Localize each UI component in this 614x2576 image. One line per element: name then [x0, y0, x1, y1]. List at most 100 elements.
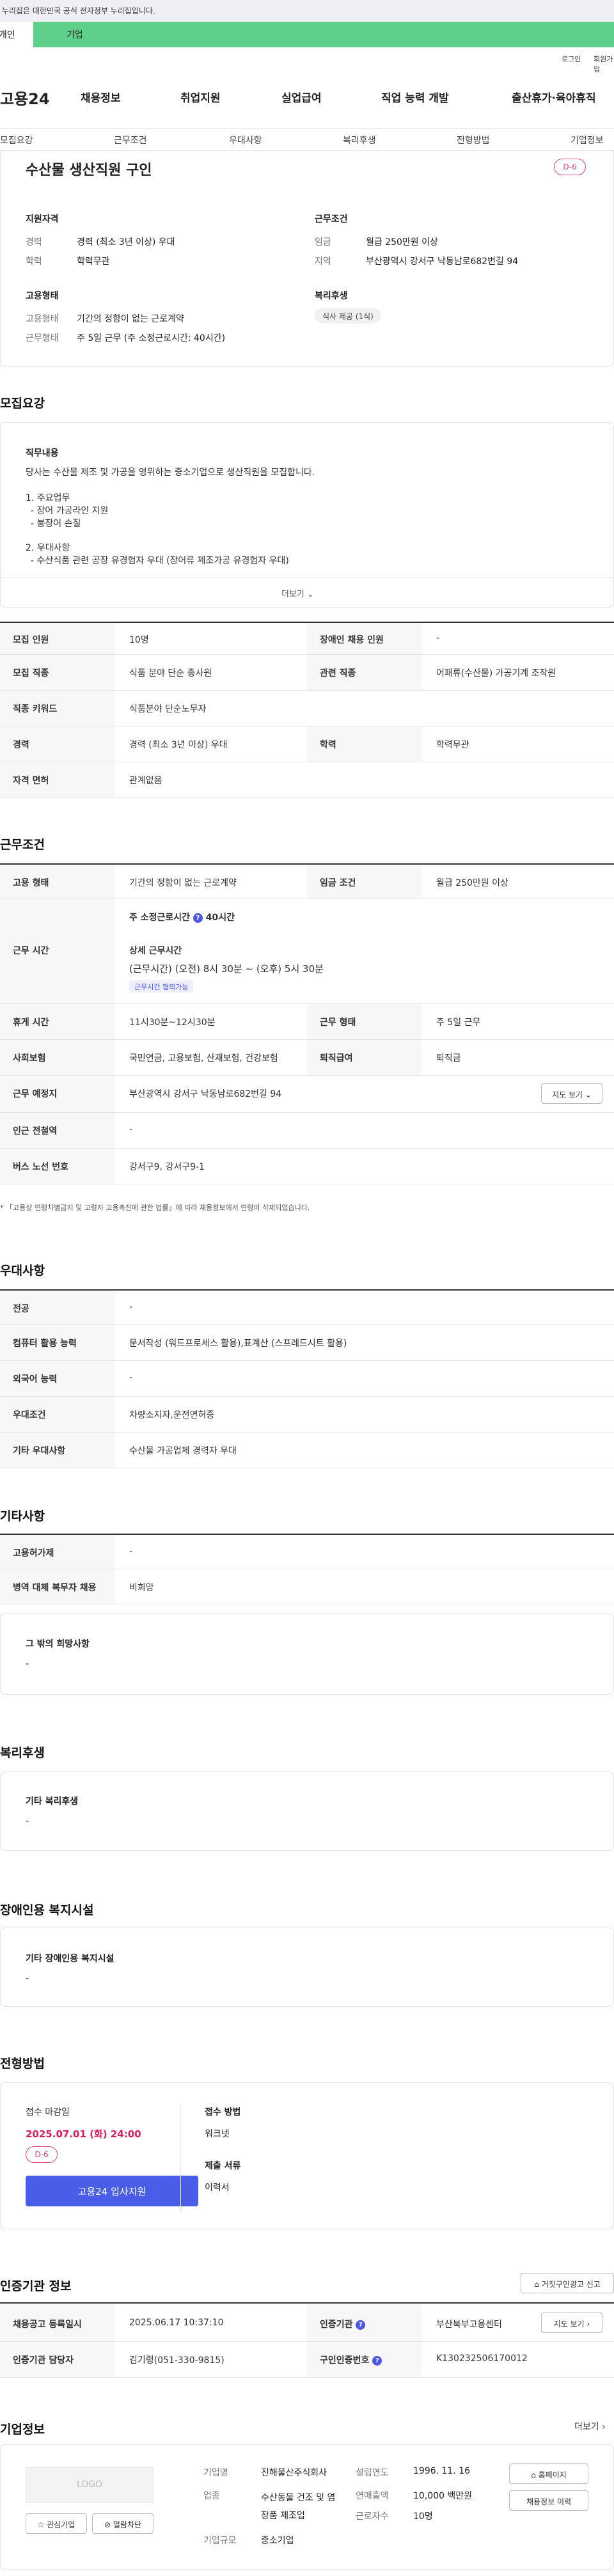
staff-value: 10명	[413, 2511, 433, 2522]
info-icon[interactable]: ?	[193, 913, 203, 923]
dday-badge: D-6	[554, 159, 586, 175]
row-label: 임금 조건	[307, 865, 422, 899]
duty-more-label: 더보기	[281, 590, 304, 599]
dday-badge: D-6	[26, 2146, 58, 2163]
interest-company-label: 관심기업	[47, 2520, 75, 2529]
row-value: 경력 (최소 3년 이상) 우대	[129, 740, 228, 750]
table-row: 휴게 시간 11시30분~12시30분 근무 형태 주 5일 근무	[0, 1004, 614, 1040]
row-label: 병역 대체 복무자 채용	[0, 1569, 115, 1605]
table-row: 컴퓨터 활용 능력 문서작성 (워드프로세스 활용),표계산 (스프레드시트 활…	[0, 1325, 614, 1361]
apply-button-label: 고용24 입사지원	[77, 2186, 146, 2197]
deadline-value: 2025.07.01 (화) 24:00	[26, 2128, 141, 2140]
selection-card	[0, 2082, 614, 2229]
row-value: 김기령(051-330-9815)	[129, 2355, 224, 2366]
map-button[interactable]: 지도 보기 ⌄	[541, 1083, 602, 1104]
divider	[180, 2105, 181, 2213]
company-heading: 기업정보	[0, 2423, 45, 2437]
block-view-button[interactable]: ⊘ 열람차단	[92, 2513, 154, 2534]
map-button-label: 지도 보기	[552, 1090, 583, 1099]
tab-business[interactable]: 기업	[33, 22, 614, 47]
row-value: -	[436, 633, 440, 643]
region-value: 부산광역시 강서구 낙동남로682번길 94	[366, 256, 519, 267]
interest-company-button[interactable]: ☆ 관심기업	[26, 2513, 87, 2534]
row-value: 퇴직금	[436, 1053, 461, 1064]
row-label: 인증기관 담당자	[0, 2342, 115, 2377]
table-row: 모집 인원 10명 장애인 채용 인원 -	[0, 622, 614, 655]
gnb-item-parental-leave[interactable]: 출산휴가·육아휴직	[512, 89, 596, 105]
table-row: 근무 예정지 부산광역시 강서구 낙동남로682번길 94 지도 보기 ⌄	[0, 1076, 614, 1113]
site-logo[interactable]: 고용24	[0, 86, 50, 109]
weekly-hours-value: 40시간	[205, 913, 235, 923]
row-label: 우대조건	[0, 1397, 115, 1432]
anchor-preference[interactable]: 우대사항	[229, 134, 262, 146]
site-logo-text: 고용24	[0, 90, 50, 108]
employment-type-label: 고용형태	[26, 314, 59, 324]
login-link[interactable]: 로그인	[562, 54, 581, 64]
row-label: 근무 예정지	[0, 1076, 115, 1112]
selection-heading: 전형방법	[0, 2057, 45, 2071]
homepage-button[interactable]: ⌂ 홈페이지	[509, 2463, 588, 2484]
weekly-hours-label: 주 소정근로시간 ? 40시간	[129, 911, 235, 923]
chevron-down-icon: ⌄	[585, 1090, 592, 1099]
table-row: 외국어 능력 -	[0, 1361, 614, 1397]
row-value: 10명	[129, 635, 149, 645]
employment-type-value: 기간의 정함이 없는 근로계약	[77, 314, 184, 324]
disability-title: 기타 장애인용 복지시설	[26, 1954, 114, 1964]
company-size-label: 기업규모	[203, 2536, 237, 2546]
job-history-button[interactable]: 채용정보 이력	[509, 2490, 588, 2511]
table-row: 기타 우대사항 수산물 가공업체 경력자 우대	[0, 1433, 614, 1468]
info-icon[interactable]: ?	[356, 2320, 366, 2330]
info-icon[interactable]: ?	[372, 2355, 382, 2366]
row-label: 채용공고 등록일시	[0, 2304, 115, 2341]
gnb-item-support[interactable]: 취업지원	[180, 89, 221, 105]
flex-hours-chip: 근무시간 협의가능	[129, 980, 194, 993]
table-row: 고용 형태 기간의 정함이 없는 근로계약 임금 조건 월급 250만원 이상	[0, 863, 614, 899]
employment-heading: 고용형태	[26, 291, 59, 301]
report-ad-button[interactable]: ⌂ 거짓구인광고 신고	[521, 2273, 614, 2293]
join-link[interactable]: 회원가입	[594, 54, 614, 74]
anchor-company[interactable]: 기업정보	[571, 134, 604, 146]
row-value: 관계없음	[129, 776, 162, 786]
gov-banner: 이 누리집은 대한민국 공식 전자정부 누리집입니다.	[0, 0, 614, 22]
benefit-title: 기타 복리후생	[26, 1796, 79, 1807]
deadline-label: 접수 마감일	[26, 2107, 70, 2117]
row-label: 컴퓨터 활용 능력	[0, 1325, 115, 1360]
id-label-text: 구인인증번호	[320, 2355, 370, 2366]
chevron-right-icon: ›	[602, 2422, 606, 2432]
agency-map-button[interactable]: 지도 보기 ›	[541, 2313, 602, 2333]
row-label: 고용 형태	[0, 865, 115, 899]
home-icon: ⌂	[531, 2470, 536, 2479]
gnb-item-training[interactable]: 직업 능력 개발	[381, 89, 449, 105]
row-label: 근무 시간	[0, 899, 115, 1003]
house-icon: ⌂	[534, 2280, 539, 2289]
hope-box	[0, 1613, 614, 1695]
wage-value: 월급 250만원 이상	[366, 237, 438, 247]
row-label: 고용허가제	[0, 1535, 115, 1569]
row-value: 강서구9, 강서구9-1	[129, 1162, 205, 1172]
industry-label: 업종	[203, 2491, 220, 2501]
anchor-work[interactable]: 근무조건	[114, 134, 147, 146]
anchor-selection[interactable]: 전형방법	[457, 134, 490, 146]
row-value: 2025.06.17 10:37:10	[129, 2318, 224, 2328]
row-value: -	[129, 1372, 133, 1383]
table-row: 경력 경력 (최소 3년 이상) 우대 학력 학력무관	[0, 726, 614, 762]
row-label: 인근 전철역	[0, 1113, 115, 1148]
anchor-benefit[interactable]: 복리후생	[343, 134, 376, 146]
row-label: 퇴직급여	[307, 1040, 422, 1075]
table-row: 모집 직종 식품 분야 단순 종사원 관련 직종 어패류(수산물) 가공기계 조…	[0, 655, 614, 691]
anchor-recruit[interactable]: 모집요강	[0, 134, 33, 146]
gnb-item-unemployment[interactable]: 실업급여	[281, 89, 322, 105]
row-value: 부산광역시 강서구 낙동남로682번길 94	[129, 1089, 282, 1099]
chevron-down-icon: ⌄	[307, 590, 314, 599]
gnb-item-jobs[interactable]: 채용정보	[81, 89, 121, 105]
qualification-heading: 지원자격	[26, 214, 59, 224]
company-more-link[interactable]: 더보기 ›	[574, 2420, 606, 2433]
tab-individual[interactable]: 개인	[0, 22, 33, 47]
disability-heading: 장애인용 복지시설	[0, 1903, 94, 1917]
apply-button[interactable]: 고용24 입사지원	[26, 2176, 198, 2206]
row-label: 경력	[0, 726, 115, 762]
section-anchor-nav: 모집요강 근무조건 우대사항 복리후생 전형방법 기업정보	[0, 128, 614, 151]
row-value: -	[129, 1124, 133, 1135]
row-label: 모집 인원	[0, 623, 115, 654]
duty-more-button[interactable]: 더보기 ⌄	[281, 587, 314, 599]
